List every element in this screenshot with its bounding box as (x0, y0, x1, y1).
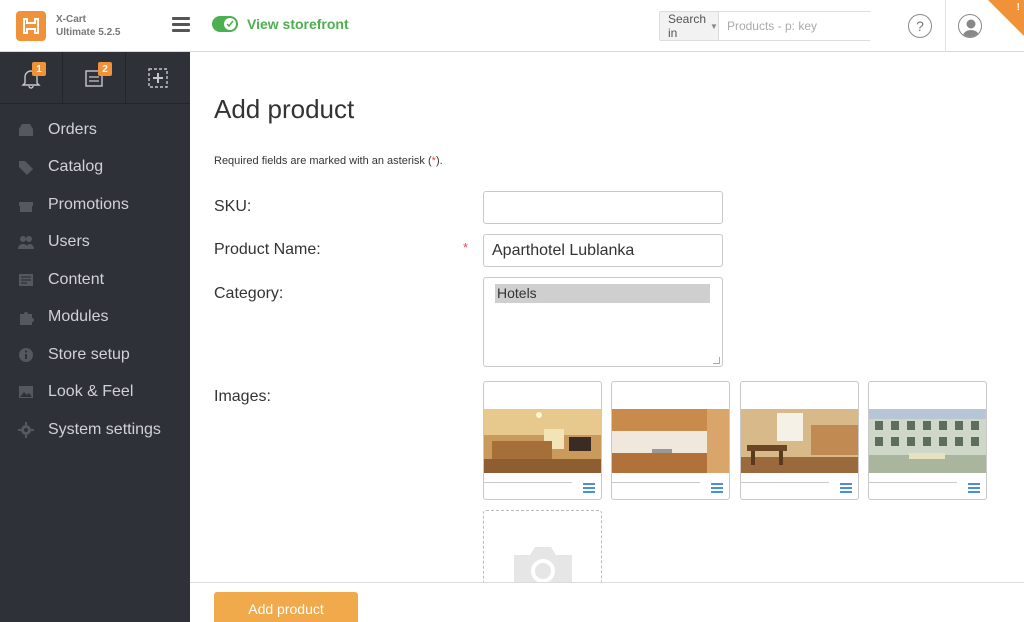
new-orders-button[interactable]: 2 (63, 52, 126, 104)
quick-actions: 1 2 (0, 52, 190, 104)
puzzle-icon (17, 309, 35, 326)
sidebar-item-catalog[interactable]: Catalog (0, 149, 190, 187)
caret-down-icon: ▼ (710, 21, 718, 31)
main-content: Add product Required fields are marked w… (190, 52, 1024, 622)
view-storefront-label[interactable]: View storefront (247, 16, 349, 32)
dining-photo (741, 409, 858, 473)
sidebar-item-label: Modules (48, 308, 109, 326)
sidebar-item-system-settings[interactable]: System settings (0, 411, 190, 449)
header-divider (945, 0, 946, 52)
images-label: Images: (214, 388, 271, 405)
sidebar-item-label: System settings (48, 420, 161, 438)
add-icon (147, 68, 168, 88)
image-card-divider (484, 482, 572, 483)
add-product-button[interactable]: Add product (214, 592, 358, 622)
sidebar-item-look-feel[interactable]: Look & Feel (0, 374, 190, 412)
users-icon (17, 234, 35, 250)
sku-field[interactable] (483, 191, 723, 224)
search-box: Search in ▼ (659, 11, 882, 41)
sidebar: 1 2 Orders Catalog Promotions Users Cont… (0, 52, 190, 622)
tag-icon (17, 159, 35, 176)
image-card[interactable] (868, 381, 987, 500)
image-menu-icon[interactable] (711, 483, 723, 493)
gear-icon (17, 421, 35, 438)
sidebar-item-label: Orders (48, 120, 97, 138)
user-avatar-icon[interactable] (958, 14, 982, 38)
brand-name: X-Cart (56, 14, 87, 25)
sidebar-item-modules[interactable]: Modules (0, 299, 190, 337)
image-icon (17, 384, 35, 400)
orders-icon (17, 122, 35, 138)
bedroom-photo (484, 409, 601, 473)
camera-icon (514, 547, 572, 583)
help-icon[interactable]: ? (908, 14, 932, 38)
product-name-label: Product Name: (214, 241, 321, 258)
facade-photo (869, 409, 986, 473)
upload-image-dropzone[interactable] (483, 510, 602, 584)
required-mark: * (463, 240, 469, 255)
info-icon (17, 347, 35, 363)
gift-icon (17, 197, 35, 213)
required-note-suffix: ). (435, 155, 443, 167)
sidebar-item-label: Users (48, 233, 90, 251)
sidebar-item-orders[interactable]: Orders (0, 111, 190, 149)
required-fields-note: Required fields are marked with an aster… (214, 155, 443, 167)
image-menu-icon[interactable] (583, 483, 595, 493)
xcart-logo-icon[interactable] (16, 11, 46, 41)
form-footer: Add product (190, 582, 1024, 622)
top-bar: X-Cart Ultimate 5.2.5 View storefront Se… (0, 0, 1024, 52)
resize-handle-icon[interactable] (713, 357, 720, 364)
content-icon (17, 272, 35, 288)
category-option-selected[interactable]: Hotels (495, 284, 710, 303)
sidebar-item-label: Catalog (48, 158, 104, 176)
image-card[interactable] (611, 381, 730, 500)
sidebar-item-store-setup[interactable]: Store setup (0, 336, 190, 374)
sidebar-item-label: Store setup (48, 345, 130, 363)
image-card[interactable] (740, 381, 859, 500)
image-card-divider (741, 482, 829, 483)
image-card-divider (612, 482, 700, 483)
brand-edition: Ultimate 5.2.5 (56, 27, 121, 38)
kitchen-photo (612, 409, 729, 473)
menu-toggle-icon[interactable] (172, 17, 190, 33)
search-in-label: Search in (668, 12, 707, 40)
search-input[interactable] (718, 12, 882, 40)
sidebar-item-label: Promotions (48, 195, 129, 213)
image-menu-icon[interactable] (968, 483, 980, 493)
add-new-button[interactable] (126, 52, 189, 104)
orders-badge: 2 (98, 62, 112, 76)
alert-icon[interactable]: ! (1017, 2, 1020, 13)
sidebar-item-users[interactable]: Users (0, 224, 190, 262)
page-title: Add product (214, 94, 355, 124)
sidebar-item-content[interactable]: Content (0, 261, 190, 299)
brand: X-Cart Ultimate 5.2.5 (56, 13, 120, 39)
sidebar-item-promotions[interactable]: Promotions (0, 186, 190, 224)
sidebar-menu: Orders Catalog Promotions Users Content … (0, 111, 190, 449)
product-name-field[interactable] (483, 234, 723, 267)
sku-label: SKU: (214, 198, 252, 215)
search-in-dropdown[interactable]: Search in ▼ (660, 12, 719, 40)
notifications-badge: 1 (32, 62, 46, 76)
sidebar-item-label: Look & Feel (48, 383, 134, 401)
check-icon (224, 18, 236, 30)
toggle-switch[interactable] (212, 16, 238, 32)
image-card[interactable] (483, 381, 602, 500)
category-label: Category: (214, 285, 284, 302)
required-note-prefix: Required fields are marked with an aster… (214, 155, 432, 167)
notifications-button[interactable]: 1 (0, 52, 63, 104)
image-menu-icon[interactable] (840, 483, 852, 493)
view-storefront-toggle[interactable]: View storefront (212, 16, 349, 32)
sidebar-item-label: Content (48, 270, 105, 288)
category-select[interactable]: Hotels (483, 277, 723, 367)
image-card-divider (869, 482, 957, 483)
